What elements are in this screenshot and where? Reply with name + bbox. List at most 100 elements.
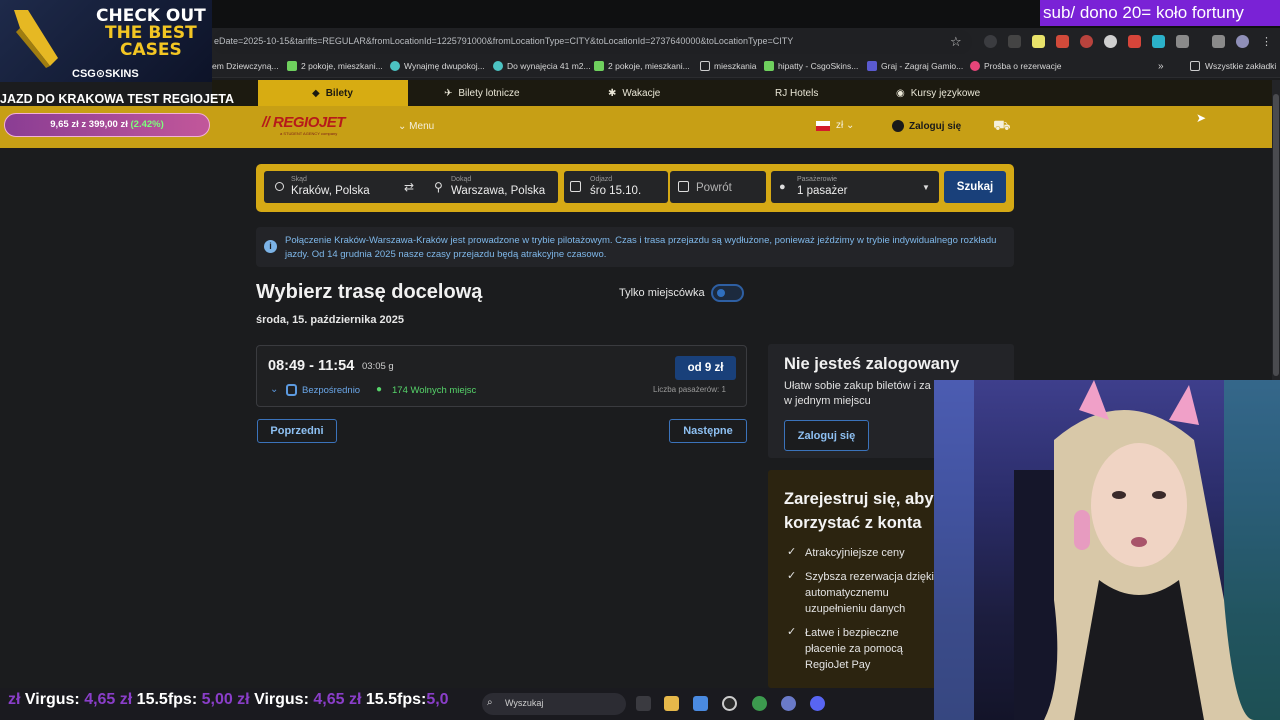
puzzle-icon[interactable]: [1176, 35, 1189, 48]
store-icon[interactable]: [693, 696, 708, 711]
donation-ticker: zł Virgus: 4,65 zł 15.5fps: 5,00 zł Virg…: [8, 691, 449, 708]
bookmark-icon: [764, 61, 774, 71]
extension-icon[interactable]: [1008, 35, 1021, 48]
shield-icon[interactable]: [1104, 35, 1117, 48]
panel-login-button[interactable]: Zaloguj się: [784, 420, 869, 451]
connection-type: Bezpośrednio: [302, 385, 361, 396]
kebab-menu-icon[interactable]: ⋮: [1260, 35, 1273, 48]
webcam-overlay: [934, 380, 1280, 720]
connection-time: 08:49 - 11:54: [268, 358, 355, 374]
header-login-button[interactable]: Zaloguj się: [892, 120, 961, 132]
passenger-count: Liczba pasażerów: 1: [653, 385, 726, 394]
all-bookmarks[interactable]: Wszystkie zakładki: [1205, 61, 1276, 71]
user-icon: ●: [779, 181, 786, 193]
page-title: Wybierz trasę docelową: [256, 281, 483, 303]
bookmark-icon: [390, 61, 400, 71]
task-view-icon[interactable]: [636, 696, 651, 711]
bookmark-item[interactable]: Graj - Zagraj Gamio...: [881, 61, 963, 71]
chrome-icon[interactable]: [752, 696, 767, 711]
palm-icon: ✱: [608, 87, 617, 99]
knife-icon: [14, 10, 58, 68]
extension-icon[interactable]: [1152, 35, 1165, 48]
file-explorer-icon[interactable]: [664, 696, 679, 711]
from-input[interactable]: Kraków, Polska: [291, 185, 370, 197]
regiojet-logo[interactable]: // REGIOJET: [262, 114, 345, 131]
dropdown-caret-icon: ▼: [922, 183, 930, 192]
login-panel-title: Nie jesteś zalogowany: [784, 355, 960, 373]
menu-button[interactable]: ⌄ Menu: [398, 121, 434, 132]
benefit-item: Łatwe i bezpieczne płacenie za pomocą Re…: [805, 627, 903, 671]
bookmark-item[interactable]: em Dziewczyną...: [212, 61, 279, 71]
bookmark-icon: [970, 61, 980, 71]
expand-chevron-icon[interactable]: ⌄: [270, 384, 278, 395]
bookmark-item[interactable]: 2 pokoje, mieszkani...: [608, 61, 690, 71]
tab-kursy-jezykowe[interactable]: ◉ Kursy językowe: [896, 80, 980, 106]
more-bookmarks-icon[interactable]: »: [1158, 61, 1164, 72]
check-icon: ✓: [787, 626, 797, 638]
price-button[interactable]: od 9 zł: [675, 356, 736, 380]
pax-value: 1 pasażer: [797, 185, 848, 197]
extension-icon[interactable]: [1080, 35, 1093, 48]
free-seats: 174 Wolnych miejsc: [392, 385, 477, 396]
bookmark-item[interactable]: Wynajmę dwupokoj...: [404, 61, 485, 71]
previous-button[interactable]: Poprzedni: [257, 419, 337, 443]
connection-duration: 03:05 g: [362, 361, 394, 372]
extension-icon[interactable]: [1128, 35, 1141, 48]
currency-selector[interactable]: zł ⌄: [836, 120, 854, 131]
seat-only-toggle[interactable]: [711, 284, 744, 302]
bookmark-folder[interactable]: mieszkania: [714, 61, 757, 71]
globe-icon: ◉: [896, 87, 905, 99]
folder-icon: [1190, 61, 1200, 71]
extension-icon[interactable]: [1056, 35, 1069, 48]
settings-icon[interactable]: [781, 696, 796, 711]
tab-bilety[interactable]: ◆ Bilety: [312, 80, 353, 106]
benefit-item: Atrakcyjniejsze ceny: [805, 547, 905, 559]
tab-wakacje[interactable]: ✱ Wakacje: [608, 80, 660, 106]
taskbar-search[interactable]: [482, 693, 626, 715]
logo-subtitle: a STUDENT AGENCY company: [280, 131, 338, 136]
poland-flag-icon[interactable]: [816, 121, 830, 131]
app-icon[interactable]: [722, 696, 737, 711]
plane-icon: ✈: [444, 87, 453, 99]
streamer-webcam-image: [934, 380, 1280, 720]
tab-rj-hotels[interactable]: RJ Hotels: [775, 80, 818, 106]
depart-label: Odjazd: [590, 176, 613, 183]
bookmark-item[interactable]: 2 pokoje, mieszkani...: [301, 61, 383, 71]
scrollbar-thumb[interactable]: [1273, 94, 1279, 376]
folder-icon: [700, 61, 710, 71]
register-title: Zarejestruj się, aby korzystać z konta: [784, 490, 934, 532]
travel-date: środa, 15. października 2025: [256, 314, 404, 326]
calendar-icon: [678, 181, 689, 192]
to-input[interactable]: Warszawa, Polska: [451, 185, 545, 197]
next-button[interactable]: Następne: [669, 419, 747, 443]
sponsor-brand: CSG⊙SKINS: [72, 68, 139, 80]
user-icon: [892, 120, 904, 132]
bookmark-item[interactable]: hipatty - CsgoSkins...: [778, 61, 858, 71]
discord-icon[interactable]: [810, 696, 825, 711]
from-label: Skąd: [291, 176, 307, 183]
url-text[interactable]: eDate=2025-10-15&tariffs=REGULAR&fromLoc…: [214, 36, 914, 46]
search-button[interactable]: Szukaj: [944, 171, 1006, 203]
depart-value: śro 15.10.: [590, 185, 642, 197]
basket-icon[interactable]: ⛟: [993, 117, 1011, 136]
login-panel-description: Ułatw sobie zakup biletów i za w jednym …: [784, 380, 931, 407]
bookmark-item[interactable]: Prośba o rezerwacje: [984, 61, 1061, 71]
mouse-cursor-icon: ➤: [1196, 111, 1207, 125]
profile-avatar[interactable]: [1236, 35, 1249, 48]
bookmark-star-icon[interactable]: ☆: [950, 34, 962, 50]
bookmark-item[interactable]: Do wynajęcia 41 m2...: [507, 61, 591, 71]
connection-card[interactable]: [256, 345, 747, 407]
info-icon: i: [264, 240, 277, 253]
swap-icon[interactable]: ⇄: [404, 180, 414, 194]
tab-bilety-lotnicze[interactable]: ✈ Bilety lotnicze: [444, 80, 520, 106]
chevron-down-icon: ⌄: [398, 121, 410, 132]
extension-icon[interactable]: [1032, 35, 1045, 48]
notice-text: Połączenie Kraków-Warszawa-Kraków jest p…: [285, 235, 997, 260]
bookmark-icon: [493, 61, 503, 71]
return-placeholder: Powrót: [696, 182, 732, 194]
train-icon: [286, 384, 297, 396]
media-icon[interactable]: [1212, 35, 1225, 48]
extension-icon[interactable]: [984, 35, 997, 48]
origin-icon: [275, 182, 284, 191]
bookmark-icon: [594, 61, 604, 71]
